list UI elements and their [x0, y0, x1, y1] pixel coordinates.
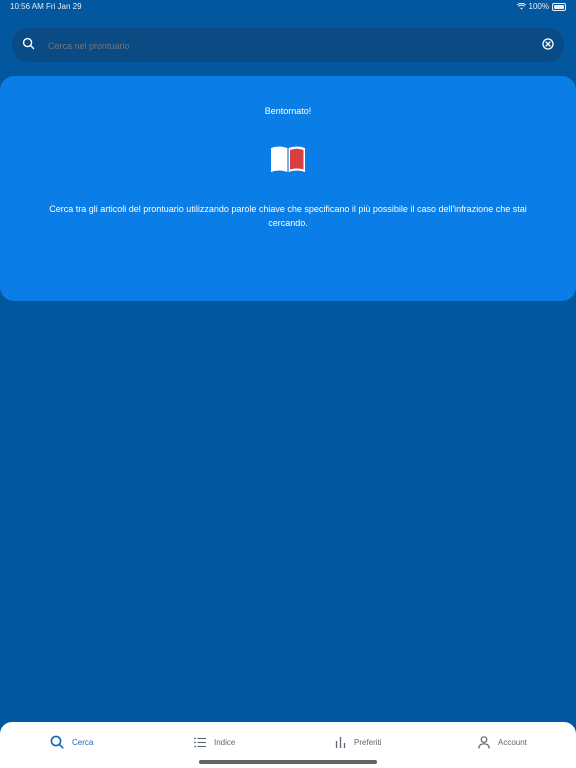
status-time: 10:56 AM — [10, 2, 44, 11]
battery-icon — [552, 2, 566, 11]
welcome-card: Bentornato! Cerca tra gli articoli del p… — [0, 76, 576, 301]
status-bar: 10:56 AM Fri Jan 29 100% — [0, 0, 576, 14]
search-bar[interactable] — [12, 28, 564, 62]
person-icon — [478, 735, 490, 749]
tab-label: Account — [498, 737, 527, 747]
tab-label: Indice — [214, 737, 236, 747]
list-icon — [194, 737, 206, 747]
tab-label: Cerca — [72, 737, 94, 747]
welcome-title: Bentornato! — [264, 106, 312, 116]
home-indicator — [199, 760, 377, 764]
status-date: Fri Jan 29 — [46, 2, 82, 11]
tab-cerca[interactable]: Cerca — [50, 732, 93, 752]
tab-indice[interactable]: Indice — [194, 732, 235, 752]
clear-search-icon[interactable] — [542, 38, 554, 50]
wifi-icon — [516, 3, 526, 10]
battery-percentage: 100% — [528, 2, 549, 11]
search-icon — [22, 37, 35, 50]
tab-label: Preferiti — [354, 737, 382, 747]
search-input[interactable] — [46, 35, 530, 57]
open-book-icon — [271, 146, 305, 172]
bar-chart-icon — [335, 737, 346, 748]
status-indicators: 100% — [516, 2, 566, 11]
tab-account[interactable]: Account — [478, 732, 527, 752]
tab-preferiti[interactable]: Preferiti — [335, 732, 382, 752]
welcome-description: Cerca tra gli articoli del prontuario ut… — [49, 204, 527, 228]
search-icon — [50, 735, 64, 749]
